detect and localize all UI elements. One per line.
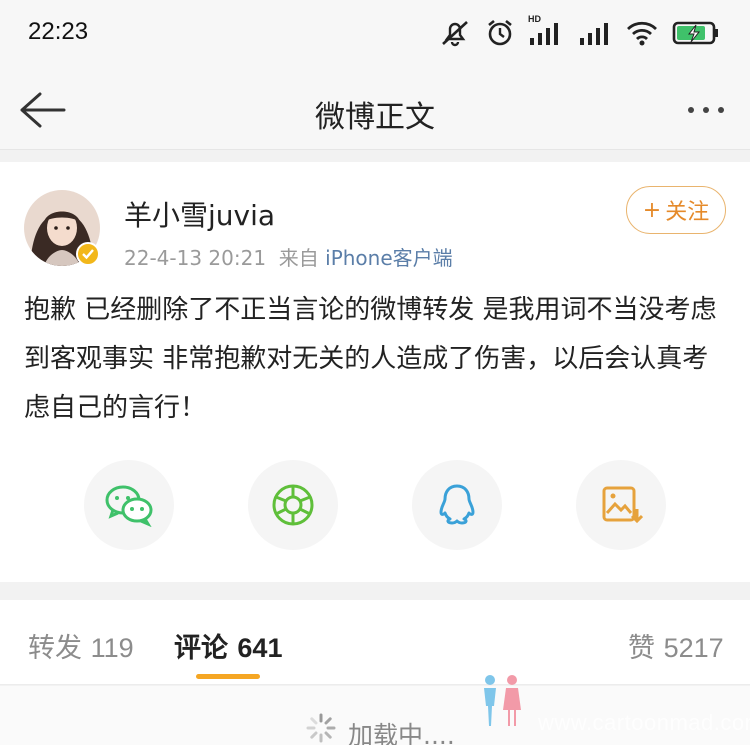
- more-dot: [688, 107, 694, 113]
- tab-comments-count: 641: [237, 633, 283, 663]
- post-date: 22-4-13 20:21: [124, 246, 267, 270]
- tab-likes-count: 5217: [663, 633, 724, 663]
- username[interactable]: 羊小雪juvia: [124, 194, 275, 234]
- alarm-icon: [486, 18, 514, 48]
- post-text: 抱歉 已经删除了不正当言论的微博转发 是我用词不当没考虑到客观事实 非常抱歉对无…: [24, 295, 717, 423]
- status-bar: 22:23 HD: [0, 0, 750, 70]
- hd-label: HD: [528, 14, 541, 24]
- source-prefix: 来自: [278, 246, 319, 270]
- post-card: 羊小雪juvia 22-4-13 20:21 来自 iPhone客户端 + 关注…: [0, 162, 750, 582]
- mute-icon: [438, 18, 472, 48]
- post-meta: 22-4-13 20:21 来自 iPhone客户端: [124, 242, 453, 271]
- loading-text: 加载中....: [348, 721, 455, 745]
- signal-hd-icon: HD: [528, 14, 564, 48]
- moments-icon: [272, 484, 314, 526]
- tab-repost-count: 119: [90, 633, 134, 663]
- follow-button[interactable]: + 关注: [626, 186, 726, 234]
- more-button[interactable]: [680, 92, 732, 128]
- share-qq-button[interactable]: [412, 460, 502, 550]
- nav-bar: 微博正文: [0, 70, 750, 150]
- wechat-icon: [105, 485, 153, 527]
- verified-badge-icon: [76, 242, 100, 266]
- status-time: 22:23: [28, 18, 89, 45]
- tab-likes-label: 赞: [628, 633, 655, 664]
- watermark-figures-icon: [484, 675, 521, 726]
- status-icons: HD: [438, 14, 720, 48]
- spinner-icon: [306, 713, 336, 743]
- post-source[interactable]: iPhone客户端: [325, 246, 453, 270]
- tab-comments[interactable]: 评论 641: [174, 626, 282, 665]
- more-dot: [703, 107, 709, 113]
- watermark-text: www.cartoonmad.com: [538, 710, 750, 735]
- battery-charging-icon: [672, 18, 720, 48]
- qq-icon: [439, 484, 475, 525]
- more-dot: [718, 107, 724, 113]
- tab-comments-label: 评论: [174, 633, 228, 664]
- share-row: [0, 460, 750, 550]
- active-tab-indicator: [196, 674, 260, 679]
- tab-repost[interactable]: 转发 119: [28, 626, 134, 665]
- page-title: 微博正文: [315, 100, 435, 135]
- wifi-icon: [626, 18, 658, 48]
- tab-likes[interactable]: 赞 5217: [628, 626, 724, 665]
- plus-icon: +: [642, 197, 662, 223]
- share-wechat-button[interactable]: [84, 460, 174, 550]
- share-moments-button[interactable]: [248, 460, 338, 550]
- watermark: www.cartoonmad.com: [478, 672, 750, 742]
- signal-icon: [578, 18, 612, 48]
- save-image-icon: [602, 486, 643, 524]
- follow-label: 关注: [665, 200, 710, 225]
- tab-repost-label: 转发: [28, 633, 82, 664]
- share-save-image-button[interactable]: [576, 460, 666, 550]
